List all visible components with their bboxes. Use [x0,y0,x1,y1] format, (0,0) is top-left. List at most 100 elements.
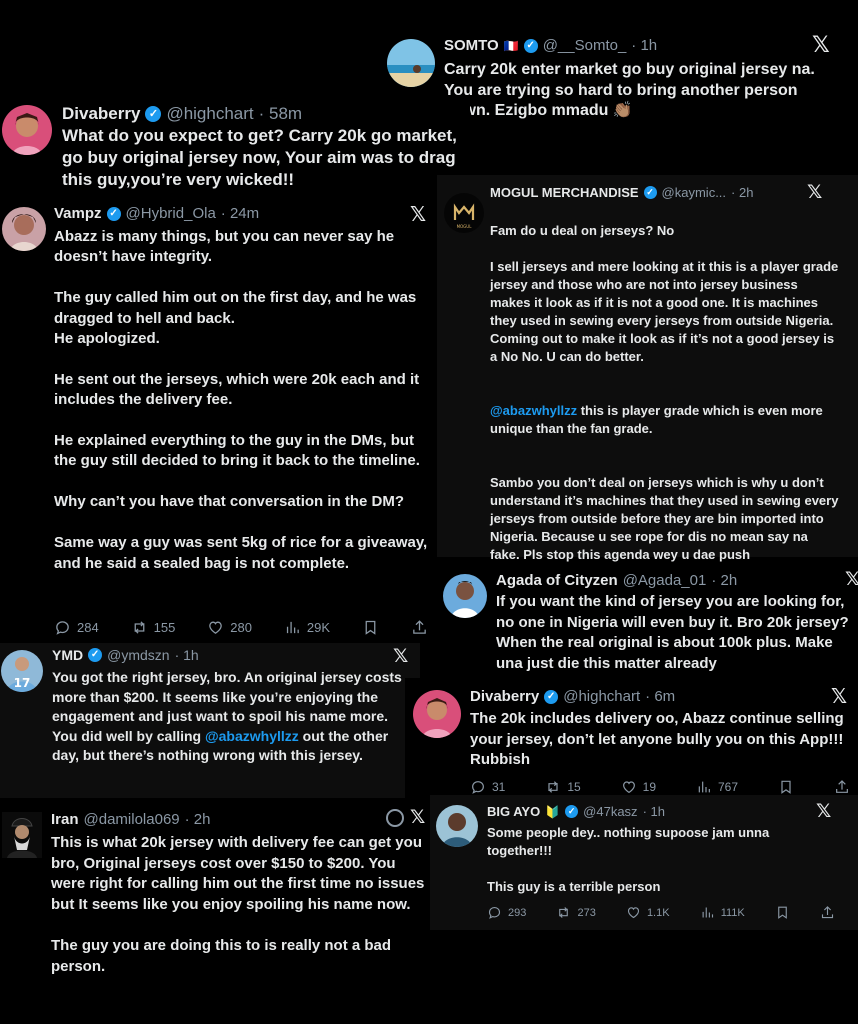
tweet-divaberry-58m[interactable]: Divaberry ✓ @highchart · 58m What do you… [0,98,470,194]
x-logo-icon[interactable]: 𝕏 [812,33,830,58]
timestamp[interactable]: · 24m [221,205,259,222]
tweet-agada[interactable]: Agada of Cityzen @Agada_01 · 2h 𝕏 If you… [437,562,858,672]
tweet-iran[interactable]: Iran @damilola069 · 2h 𝕏 This is what 20… [0,800,430,1024]
timestamp[interactable]: · 2h [711,572,737,589]
like-icon [207,619,224,636]
x-logo-icon[interactable]: 𝕏 [393,645,408,667]
tweet-divaberry-6m[interactable]: Divaberry ✓ @highchart · 6m 𝕏 The 20k in… [405,678,858,800]
timestamp[interactable]: · 1h [643,804,665,819]
bookmark-icon [778,779,794,795]
like-button[interactable]: 1.1K [626,905,670,920]
svg-text:17: 17 [14,676,31,690]
reply-count: 31 [492,780,506,794]
author-handle[interactable]: @__Somto_ [543,37,627,54]
reply-button[interactable]: 31 [470,779,505,795]
mention-link[interactable]: @abazwhyllzz [205,728,299,744]
timestamp[interactable]: · 6m [645,688,675,705]
author-handle[interactable]: @damilola069 [84,811,180,828]
views-button[interactable]: 767 [696,779,738,795]
tweet-actions: 31 15 19 767 [470,779,850,795]
author-handle[interactable]: @highchart [166,104,253,124]
tweet-text: The 20k includes delivery oo, Abazz cont… [470,710,844,768]
author-name[interactable]: Vampz [54,205,102,222]
reply-button[interactable]: 284 [54,619,99,636]
timestamp[interactable]: · 58m [259,104,302,124]
repost-button[interactable]: 273 [556,905,596,920]
like-icon [621,779,637,795]
tweet-mogul-merchandise[interactable]: MOGUL MOGUL MERCHANDISE ✓ @kaymic... · 2… [437,175,858,562]
bookmark-button[interactable] [778,779,794,795]
views-icon [700,905,715,920]
views-icon [284,619,301,636]
timestamp[interactable]: · 2h [731,185,753,200]
flag-icon: 🇫🇷 [503,38,519,53]
tweet-header: SOMTO 🇫🇷 ✓ @__Somto_ · 1h [444,37,657,54]
author-handle[interactable]: @ymdszn [107,647,169,663]
x-logo-icon[interactable]: 𝕏 [807,181,822,203]
tweet-text: What do you expect to get? Carry 20k go … [62,126,457,189]
avatar[interactable] [2,207,46,251]
share-icon [834,779,850,795]
repost-icon [545,779,561,795]
avatar[interactable] [2,812,42,858]
author-name[interactable]: BIG AYO [487,804,540,819]
tweet-text: Carry 20k enter market go buy original j… [444,61,815,119]
avatar[interactable]: 17 [1,650,43,692]
author-name[interactable]: Agada of Cityzen [496,572,618,589]
reply-button[interactable]: 293 [487,905,526,920]
avatar[interactable] [387,39,435,87]
author-name[interactable]: SOMTO [444,37,499,54]
share-icon [411,619,428,636]
like-button[interactable]: 280 [207,619,252,636]
x-logo-icon[interactable]: 𝕏 [845,568,858,590]
bookmark-button[interactable] [362,619,379,636]
author-name[interactable]: Divaberry [470,688,539,705]
tweet-actions: 293 273 1.1K 111K [487,905,835,920]
x-logo-icon[interactable]: 𝕏 [410,202,426,226]
verified-badge-icon: ✓ [544,689,559,704]
tweet-vampz[interactable]: Vampz ✓ @Hybrid_Ola · 24m 𝕏 Abazz is man… [0,195,437,643]
author-handle[interactable]: @kaymic... [662,185,726,200]
bookmark-button[interactable] [775,905,790,920]
tweet-header: Divaberry ✓ @highchart · 58m [62,104,302,124]
author-handle[interactable]: @Agada_01 [623,572,707,589]
views-button[interactable]: 29K [284,619,330,636]
author-handle[interactable]: @47kasz [583,804,637,819]
author-name[interactable]: Divaberry [62,104,140,124]
share-button[interactable] [411,619,428,636]
share-button[interactable] [834,779,850,795]
grok-icon[interactable] [386,809,404,827]
avatar[interactable]: MOGUL [444,193,484,233]
timestamp[interactable]: · 1h [175,647,199,663]
author-handle[interactable]: @Hybrid_Ola [126,205,216,222]
like-count: 1.1K [646,906,670,919]
timestamp[interactable]: · 1h [631,37,657,54]
author-name[interactable]: MOGUL MERCHANDISE [490,185,639,200]
x-logo-icon[interactable]: 𝕏 [831,684,847,708]
author-name[interactable]: Iran [51,811,79,828]
avatar[interactable] [443,574,487,618]
timestamp[interactable]: · 2h [185,811,211,828]
x-logo-icon[interactable]: 𝕏 [816,800,831,822]
mention-link[interactable]: @abazwhyllzz [490,403,577,418]
like-icon [626,905,641,920]
x-logo-icon[interactable]: 𝕏 [410,806,425,828]
avatar[interactable] [436,805,478,847]
verified-badge-icon: ✓ [106,206,121,221]
views-button[interactable]: 111K [700,905,745,920]
views-icon [696,779,712,795]
avatar[interactable] [2,105,52,155]
tweet-actions: 284 155 280 29K [54,619,428,636]
author-handle[interactable]: @highchart [563,688,640,705]
tweet-big-ayo[interactable]: BIG AYO 🔰 ✓ @47kasz · 1h 𝕏 Some people d… [430,795,858,930]
author-name[interactable]: YMD [52,647,83,663]
like-button[interactable]: 19 [621,779,656,795]
repost-button[interactable]: 15 [545,779,581,795]
tweet-text: Some people dey.. nothing supoose jam un… [487,825,770,894]
repost-button[interactable]: 155 [131,619,175,636]
tweet-header: Vampz ✓ @Hybrid_Ola · 24m [54,205,259,222]
share-button[interactable] [820,905,835,920]
tweet-ymd[interactable]: 17 YMD ✓ @ymdszn · 1h 𝕏 You got the righ… [0,643,420,798]
repost-icon [556,905,571,920]
avatar[interactable] [413,690,461,738]
